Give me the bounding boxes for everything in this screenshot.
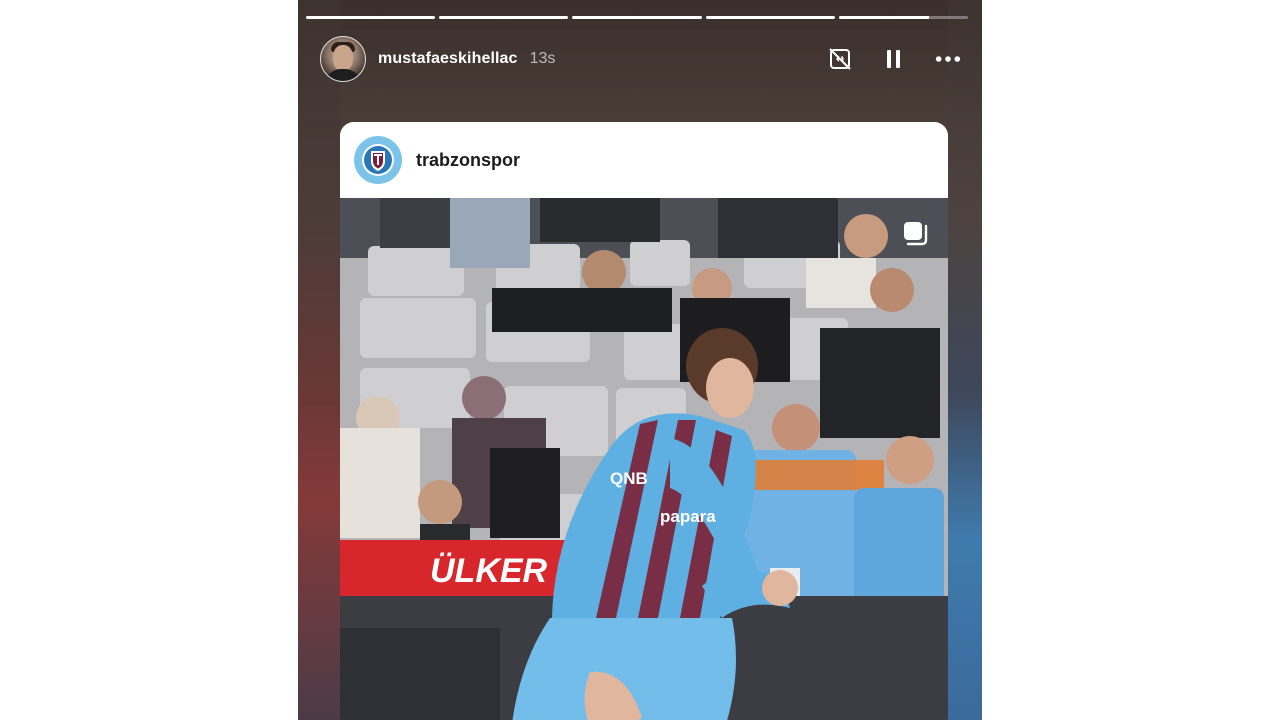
header-actions	[826, 45, 962, 73]
shared-post-header: trabzonspor	[340, 122, 948, 198]
progress-segment	[572, 16, 702, 19]
story-progress-bar	[306, 16, 969, 19]
progress-segment	[306, 16, 436, 19]
pause-icon[interactable]	[880, 45, 908, 73]
progress-fill	[306, 16, 436, 19]
progress-fill	[439, 16, 569, 19]
story-viewer: mustafaeskihellac 13s trabzonspor ÜLKER …	[298, 0, 982, 720]
story-username[interactable]: mustafaeskihellac	[378, 50, 518, 68]
jersey-sponsor-text-2: papara	[660, 507, 716, 526]
jersey-sponsor-text: QNB	[610, 469, 648, 488]
ad-board-text: ÜLKER	[430, 552, 548, 590]
multi-photo-icon	[898, 216, 930, 253]
sound-off-icon[interactable]	[826, 45, 854, 73]
user-avatar[interactable]	[320, 36, 366, 82]
trabzonspor-crest-icon[interactable]	[354, 136, 402, 184]
progress-fill	[838, 16, 930, 19]
story-timestamp: 13s	[529, 50, 556, 67]
background-blur-right	[948, 0, 982, 720]
post-photo[interactable]: ÜLKER QNB papara	[340, 198, 948, 720]
shared-post-account[interactable]: trabzonspor	[416, 150, 520, 171]
progress-fill	[572, 16, 702, 19]
progress-segment	[705, 16, 835, 19]
more-options-icon[interactable]	[934, 45, 962, 73]
progress-fill	[705, 16, 835, 19]
progress-segment	[838, 16, 969, 19]
story-header: mustafaeskihellac 13s	[320, 36, 962, 82]
shared-post-card[interactable]: trabzonspor ÜLKER QNB papara	[340, 122, 948, 720]
progress-segment	[439, 16, 569, 19]
background-blur-left	[298, 0, 340, 720]
